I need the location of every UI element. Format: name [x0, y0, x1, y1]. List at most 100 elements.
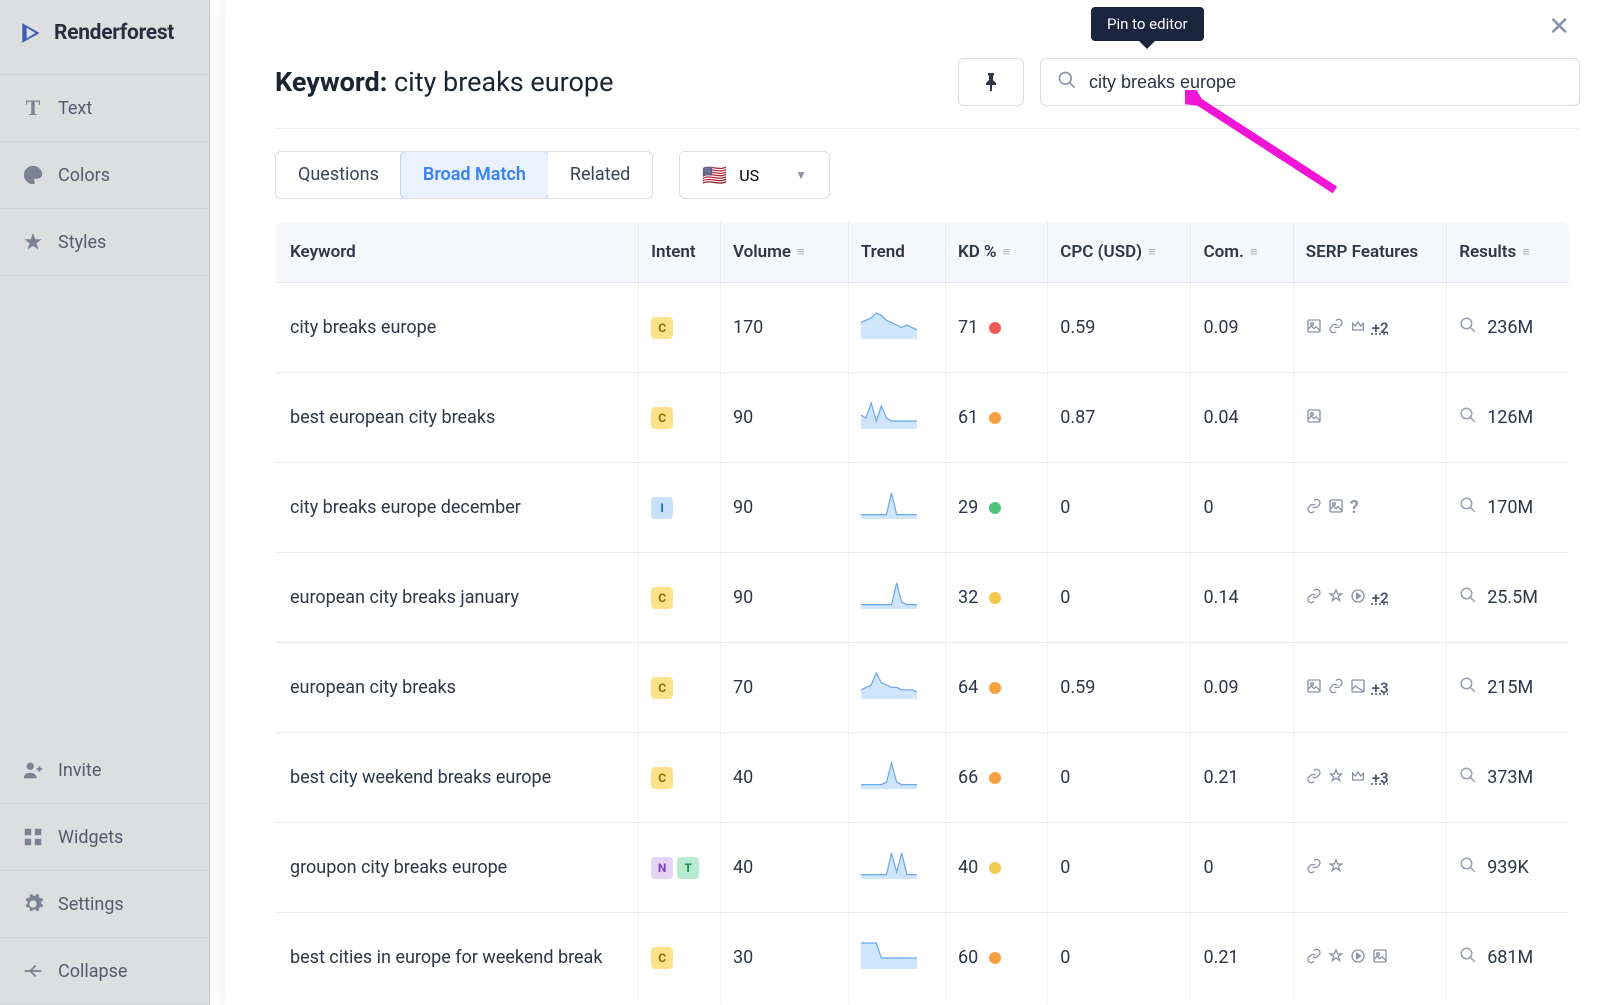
cell-results[interactable]: 236M	[1447, 283, 1570, 373]
cell-results[interactable]: 681M	[1447, 913, 1570, 1003]
cell-keyword[interactable]: city breaks europe december	[276, 463, 639, 553]
sidebar-item-collapse[interactable]: Collapse	[0, 938, 209, 1005]
serp-star-icon	[1328, 588, 1344, 608]
kd-dot	[989, 772, 1001, 784]
renderforest-logo-icon	[18, 20, 44, 46]
serp-image2-icon	[1350, 678, 1366, 698]
cell-keyword[interactable]: best city weekend breaks europe	[276, 733, 639, 823]
search-input[interactable]	[1089, 72, 1563, 93]
cell-keyword[interactable]: city breaks europe	[276, 283, 639, 373]
kd-dot	[989, 592, 1001, 604]
tab-related[interactable]: Related	[548, 152, 652, 198]
col-trend[interactable]: Trend	[848, 222, 945, 283]
kd-dot	[989, 322, 1001, 334]
intent-badge-C: C	[651, 947, 673, 969]
kd-dot	[989, 862, 1001, 874]
brand-logo[interactable]: Renderforest	[0, 0, 209, 75]
filters-row: QuestionsBroad MatchRelated 🇺🇸 US ▼	[275, 129, 1580, 221]
serp-image-icon	[1306, 318, 1322, 338]
cell-serp	[1293, 823, 1446, 913]
serp-more[interactable]: +2	[1372, 319, 1389, 337]
page-title: Keyword: city breaks europe	[275, 66, 613, 98]
cell-cpc: 0	[1048, 553, 1191, 643]
pin-icon	[983, 73, 999, 91]
pin-to-editor-button[interactable]	[958, 58, 1024, 106]
sidebar-item-label: Collapse	[58, 961, 127, 982]
sidebar-item-widgets[interactable]: Widgets	[0, 804, 209, 871]
cell-intent: I	[639, 463, 721, 553]
col-results[interactable]: Results≡	[1447, 222, 1570, 283]
cell-volume: 90	[720, 463, 848, 553]
sidebar-item-colors[interactable]: Colors	[0, 142, 209, 209]
keyword-search-box[interactable]	[1040, 58, 1580, 106]
sidebar-item-settings[interactable]: Settings	[0, 871, 209, 938]
cell-results[interactable]: 939K	[1447, 823, 1570, 913]
col-kd[interactable]: KD %≡	[945, 222, 1047, 283]
col-keyword[interactable]: Keyword	[276, 222, 639, 283]
sort-icon: ≡	[797, 251, 805, 255]
cell-trend	[848, 913, 945, 1003]
intent-badge-N: N	[651, 857, 673, 879]
serp-crown-icon	[1350, 768, 1366, 788]
invite-icon	[22, 759, 44, 781]
cell-com: 0.14	[1191, 553, 1293, 643]
serp-more[interactable]: +3	[1372, 679, 1389, 697]
cell-serp: +2	[1293, 283, 1446, 373]
serp-more[interactable]: +3	[1372, 769, 1389, 787]
kd-dot	[989, 952, 1001, 964]
col-volume[interactable]: Volume≡	[720, 222, 848, 283]
cell-kd: 71	[945, 283, 1047, 373]
col-com[interactable]: Com.≡	[1191, 222, 1293, 283]
magnifier-icon	[1459, 766, 1477, 789]
cell-results[interactable]: 215M	[1447, 643, 1570, 733]
serp-question-icon: ?	[1350, 497, 1359, 518]
sidebar-item-label: Settings	[58, 894, 124, 915]
cell-volume: 90	[720, 553, 848, 643]
col-cpc[interactable]: CPC (USD)≡	[1048, 222, 1191, 283]
cell-keyword[interactable]: best cities in europe for weekend break	[276, 913, 639, 1003]
kd-dot	[989, 682, 1001, 694]
sidebar-item-text[interactable]: T Text	[0, 75, 209, 142]
table-row: city breaks europe C 170 71 0.59 0.09 +2…	[276, 283, 1570, 373]
cell-keyword[interactable]: european city breaks	[276, 643, 639, 733]
sidebar-item-invite[interactable]: Invite	[0, 737, 209, 804]
star-icon	[22, 231, 44, 253]
serp-link-icon	[1306, 768, 1322, 788]
cell-results[interactable]: 126M	[1447, 373, 1570, 463]
tab-questions[interactable]: Questions	[276, 152, 401, 198]
magnifier-icon	[1459, 316, 1477, 339]
cell-results[interactable]: 373M	[1447, 733, 1570, 823]
cell-keyword[interactable]: european city breaks january	[276, 553, 639, 643]
cell-serp: ?	[1293, 463, 1446, 553]
serp-star-icon	[1328, 768, 1344, 788]
serp-link-icon	[1328, 678, 1344, 698]
country-selector[interactable]: 🇺🇸 US ▼	[679, 151, 830, 199]
col-serp[interactable]: SERP Features	[1293, 222, 1446, 283]
sidebar-item-styles[interactable]: Styles	[0, 209, 209, 276]
cell-keyword[interactable]: best european city breaks	[276, 373, 639, 463]
cell-keyword[interactable]: groupon city breaks europe	[276, 823, 639, 913]
cell-results[interactable]: 25.5M	[1447, 553, 1570, 643]
close-icon[interactable]: ✕	[1548, 12, 1570, 42]
chevron-down-icon: ▼	[795, 168, 807, 182]
sidebar-item-label: Invite	[58, 760, 101, 781]
cell-intent: C	[639, 913, 721, 1003]
cell-volume: 70	[720, 643, 848, 733]
cell-results[interactable]: 170M	[1447, 463, 1570, 553]
intent-badge-T: T	[677, 857, 699, 879]
magnifier-icon	[1459, 496, 1477, 519]
cell-intent: C	[639, 373, 721, 463]
search-icon	[1057, 70, 1077, 94]
intent-badge-C: C	[651, 587, 673, 609]
serp-more[interactable]: +2	[1372, 589, 1389, 607]
keyword-modal: ✕ Pin to editor Keyword: city breaks eur…	[225, 0, 1600, 1005]
magnifier-icon	[1459, 676, 1477, 699]
cell-serp	[1293, 913, 1446, 1003]
table-row: groupon city breaks europe NT 40 40 0 0 …	[276, 823, 1570, 913]
cell-com: 0.09	[1191, 283, 1293, 373]
tab-broad match[interactable]: Broad Match	[400, 151, 549, 199]
serp-star-icon	[1328, 948, 1344, 968]
cell-trend	[848, 283, 945, 373]
col-intent[interactable]: Intent	[639, 222, 721, 283]
intent-badge-C: C	[651, 677, 673, 699]
